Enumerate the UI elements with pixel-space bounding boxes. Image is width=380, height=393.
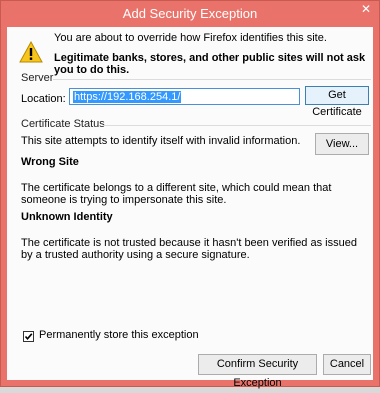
close-icon[interactable]: ✕ xyxy=(353,1,379,23)
view-button[interactable]: View... xyxy=(315,133,369,155)
status-divider xyxy=(103,125,371,126)
warning-message-bold: Legitimate banks, stores, and other publ… xyxy=(54,52,366,76)
warning-message: You are about to override how Firefox id… xyxy=(54,32,327,44)
certificate-status-label: Certificate Status xyxy=(21,118,105,130)
title-bar[interactable]: Add Security Exception ✕ xyxy=(1,1,379,27)
confirm-security-exception-button[interactable]: Confirm Security Exception xyxy=(198,354,317,389)
server-divider xyxy=(53,79,371,80)
warning-icon xyxy=(19,41,43,63)
wrong-site-heading: Wrong Site xyxy=(21,156,79,168)
get-certificate-button[interactable]: Get Certificate xyxy=(305,86,369,118)
dialog-body: You are about to override how Firefox id… xyxy=(7,27,373,389)
permanent-label[interactable]: Permanently store this exception xyxy=(39,329,199,341)
status-intro: This site attempts to identify itself wi… xyxy=(21,135,301,147)
permanent-checkbox[interactable] xyxy=(23,331,34,342)
server-group-label: Server xyxy=(21,72,54,84)
checkmark-icon xyxy=(24,333,33,341)
wrong-site-text: The certificate belongs to a different s… xyxy=(21,182,332,206)
unknown-identity-text: The certificate is not trusted because i… xyxy=(21,237,357,261)
location-value: https://192.168.254.1/ xyxy=(73,91,182,103)
dialog-window: Add Security Exception ✕ You are about t… xyxy=(0,0,380,389)
unknown-identity-heading: Unknown Identity xyxy=(21,211,113,223)
cancel-button[interactable]: Cancel xyxy=(323,354,371,375)
location-input[interactable]: https://192.168.254.1/ xyxy=(69,88,300,105)
location-label: Location: xyxy=(21,93,66,105)
window-title: Add Security Exception xyxy=(122,6,258,21)
